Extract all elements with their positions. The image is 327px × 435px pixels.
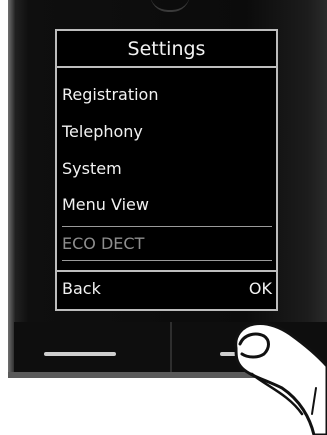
menu-item-telephony[interactable]: Telephony [62, 122, 143, 141]
menu-divider [62, 226, 272, 227]
softkey-divider [57, 270, 276, 272]
handset-rim [8, 0, 16, 372]
title-divider [57, 66, 276, 68]
finger-pointer-icon [234, 322, 327, 435]
phone-illustration: Settings Registration Telephony System M… [0, 0, 327, 435]
left-softkey-button[interactable] [44, 352, 116, 356]
menu-item-menu-view[interactable]: Menu View [62, 195, 149, 214]
screen-title: Settings [127, 38, 206, 60]
menu-divider [62, 260, 272, 261]
menu-item-eco-dect: ECO DECT [62, 234, 145, 253]
back-softkey-label[interactable]: Back [62, 279, 101, 298]
menu-item-system[interactable]: System [62, 159, 122, 178]
hardware-key-divider [170, 322, 172, 372]
display-screen: Settings Registration Telephony System M… [55, 29, 278, 311]
menu-item-registration[interactable]: Registration [62, 85, 158, 104]
